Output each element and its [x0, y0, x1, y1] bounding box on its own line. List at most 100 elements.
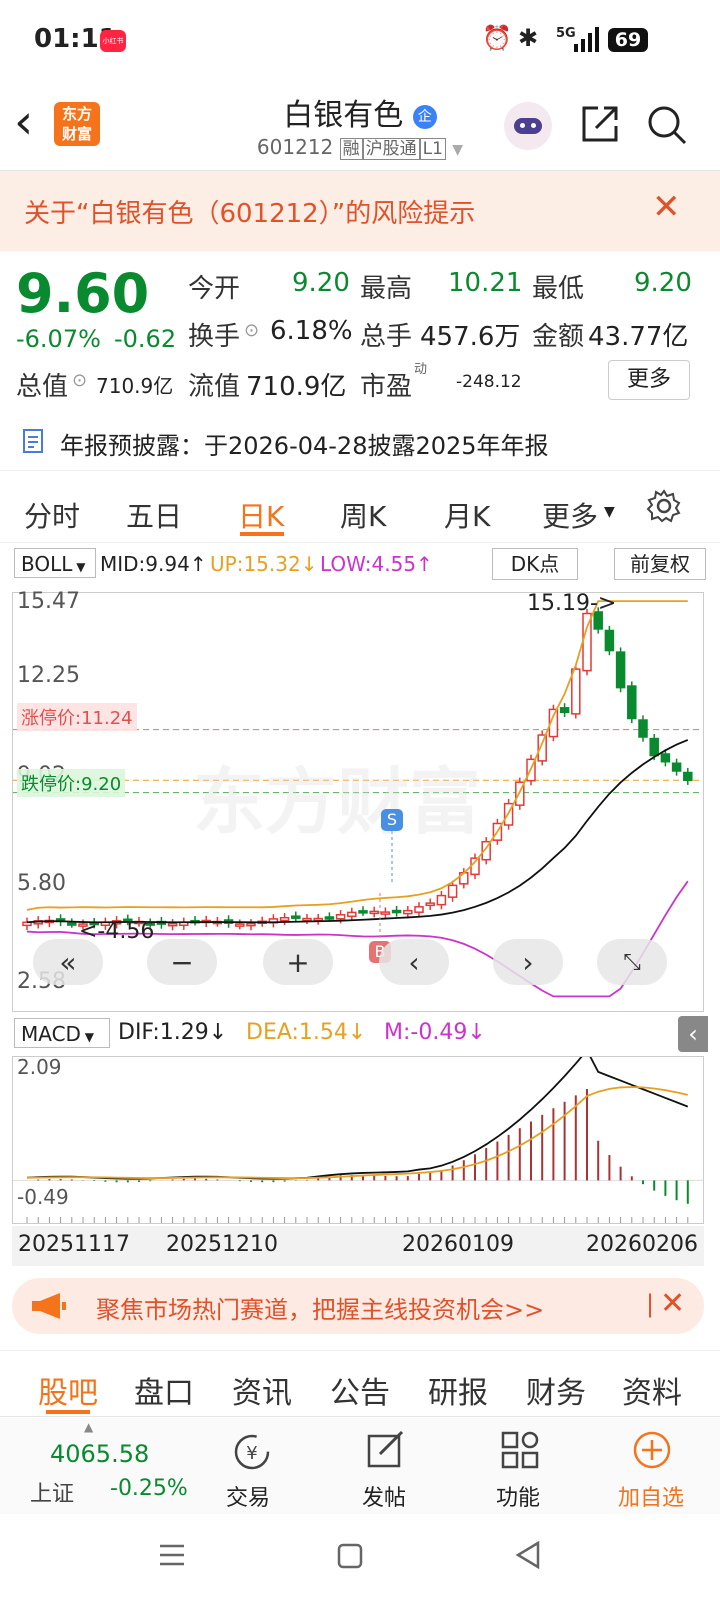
macd-dif-line	[26, 1057, 689, 1180]
limit-down-label: 跌停价:9.20	[17, 769, 126, 797]
risk-banner-text: 关于“白银有色（601212）”的风险提示	[24, 199, 476, 229]
scroll-left-icon[interactable]: ‹	[379, 939, 449, 985]
info-icon[interactable]: ⊙	[72, 370, 87, 391]
fullscreen-icon[interactable]: ⤡	[597, 939, 667, 985]
divider	[0, 1350, 720, 1351]
close-icon[interactable]: ✕	[660, 1286, 685, 1321]
amount-label: 金额	[532, 322, 585, 352]
candle-body	[291, 915, 301, 919]
kline-chart[interactable]: 东方财富 15.47 12.25 9.02 5.80 2.58 涨停价:11.2…	[12, 589, 704, 1012]
candle-body	[347, 911, 357, 918]
high-value: 10.21	[448, 268, 523, 298]
collapse-panel-icon[interactable]: ‹	[678, 1016, 708, 1052]
indicator-select-label: BOLL	[21, 552, 73, 576]
tab-monthly-k[interactable]: 月K	[444, 495, 490, 535]
change-amount: -0.62	[114, 325, 177, 353]
x-axis: 20251117 20251210 20260109 20260206	[12, 1226, 704, 1266]
assistant-avatar[interactable]	[504, 102, 552, 150]
menu-icon[interactable]	[158, 1542, 186, 1568]
index-value: 4065.58	[50, 1440, 150, 1468]
risk-banner[interactable]: 关于“白银有色（601212）”的风险提示 ✕	[0, 171, 720, 251]
tab-research[interactable]: 研报	[428, 1368, 488, 1412]
nav-trade-label: 交易	[226, 1486, 271, 1511]
candle-body	[615, 651, 626, 689]
candle-body	[660, 753, 671, 763]
nav-post-label: 发帖	[362, 1486, 407, 1511]
x-label-1: 20251117	[18, 1232, 130, 1257]
candle-body	[335, 913, 346, 920]
svg-text:¥: ¥	[246, 1443, 257, 1464]
report-notice-text: 年报预披露：于2026-04-28披露2025年年报	[60, 432, 549, 460]
alarm-icon: ⏰	[482, 24, 512, 52]
stock-name: 白银有色	[283, 98, 404, 133]
candle-body	[167, 922, 178, 927]
candle-body	[683, 771, 693, 781]
candle-body	[235, 923, 245, 927]
zoom-out-icon[interactable]: −	[147, 939, 217, 985]
tag-level: L1	[419, 138, 446, 160]
promo-text: 聚焦市场热门赛道，把握主线投资机会>>	[96, 1296, 545, 1324]
promo-banner[interactable]: 聚焦市场热门赛道，把握主线投资机会>> | ✕	[12, 1278, 704, 1334]
home-icon[interactable]	[336, 1542, 364, 1570]
watermark: 东方财富	[193, 760, 482, 844]
dk-point-button[interactable]: DK点	[492, 548, 578, 580]
scroll-left-fast-icon[interactable]: «	[33, 939, 103, 985]
macd-select-label: MACD	[21, 1022, 81, 1046]
candle-body	[604, 629, 615, 652]
tab-profile[interactable]: 资料	[622, 1368, 682, 1412]
open-value: 9.20	[292, 268, 350, 298]
more-button[interactable]: 更多	[608, 360, 690, 400]
tab-timeshare[interactable]: 分时	[24, 495, 80, 535]
tab-weekly-k[interactable]: 周K	[340, 495, 386, 535]
high-label: 最高	[360, 274, 413, 304]
share-icon[interactable]	[580, 104, 620, 144]
tab-forum[interactable]: 股吧	[38, 1368, 98, 1412]
app-notification-icon: 小红书	[100, 30, 126, 52]
tab-news[interactable]: 资讯	[232, 1368, 292, 1412]
tab-announcements[interactable]: 公告	[330, 1368, 390, 1412]
megaphone-icon	[32, 1293, 66, 1319]
tab-daily-k[interactable]: 日K	[238, 495, 284, 535]
info-icon[interactable]: ⊙	[244, 320, 259, 341]
chevron-down-icon: ▼	[604, 504, 615, 520]
tab-orderbook[interactable]: 盘口	[134, 1368, 194, 1412]
tab-financials[interactable]: 财务	[526, 1368, 586, 1412]
float-cap-value: 710.9亿	[246, 372, 347, 402]
last-price: 9.60	[16, 262, 150, 325]
promo-divider: |	[646, 1290, 655, 1318]
indicator-select-macd[interactable]: MACD ▼	[14, 1018, 110, 1048]
gear-icon[interactable]	[646, 488, 682, 524]
candle-body	[369, 910, 379, 915]
close-icon[interactable]: ✕	[652, 187, 681, 227]
boll-mid: MID:9.94↑	[100, 552, 207, 576]
zoom-in-icon[interactable]: +	[263, 939, 333, 985]
back-nav-icon[interactable]	[514, 1540, 542, 1570]
adjust-button[interactable]: 前复权	[614, 548, 706, 580]
x-label-4: 20260206	[586, 1232, 698, 1257]
chevron-up-icon: ▲	[84, 1420, 94, 1434]
pe-value: -248.12	[456, 372, 522, 392]
indicator-select-boll[interactable]: BOLL ▼	[14, 548, 96, 578]
tag-margin: 融	[339, 138, 363, 160]
search-icon[interactable]	[646, 104, 688, 146]
macd-chart[interactable]: 2.09 -0.49	[12, 1055, 704, 1224]
candle-body	[447, 884, 458, 898]
y-label-max: 15.47	[17, 589, 80, 614]
index-name: 上证	[30, 1482, 75, 1507]
limit-up-label: 涨停价:11.24	[17, 703, 137, 731]
tab-five-day[interactable]: 五日	[126, 495, 182, 535]
candle-body	[571, 668, 581, 715]
tab-more[interactable]: 更多	[542, 495, 598, 535]
boll-up: UP:15.32↓	[210, 552, 318, 576]
signal-icon	[574, 27, 599, 52]
active-tab-indicator	[46, 1410, 90, 1414]
candle-body	[403, 909, 413, 915]
report-notice[interactable]: 年报预披露：于2026-04-28披露2025年年报	[0, 420, 720, 471]
sell-signal-icon[interactable]: S	[381, 809, 403, 831]
candle-body	[559, 707, 570, 714]
pe-label: 市盈	[360, 372, 413, 402]
battery-icon: 69	[608, 28, 648, 52]
boll-low: LOW:4.55↑	[320, 552, 433, 576]
scroll-right-icon[interactable]: ›	[493, 939, 563, 985]
macd-y-min: -0.49	[17, 1185, 69, 1209]
